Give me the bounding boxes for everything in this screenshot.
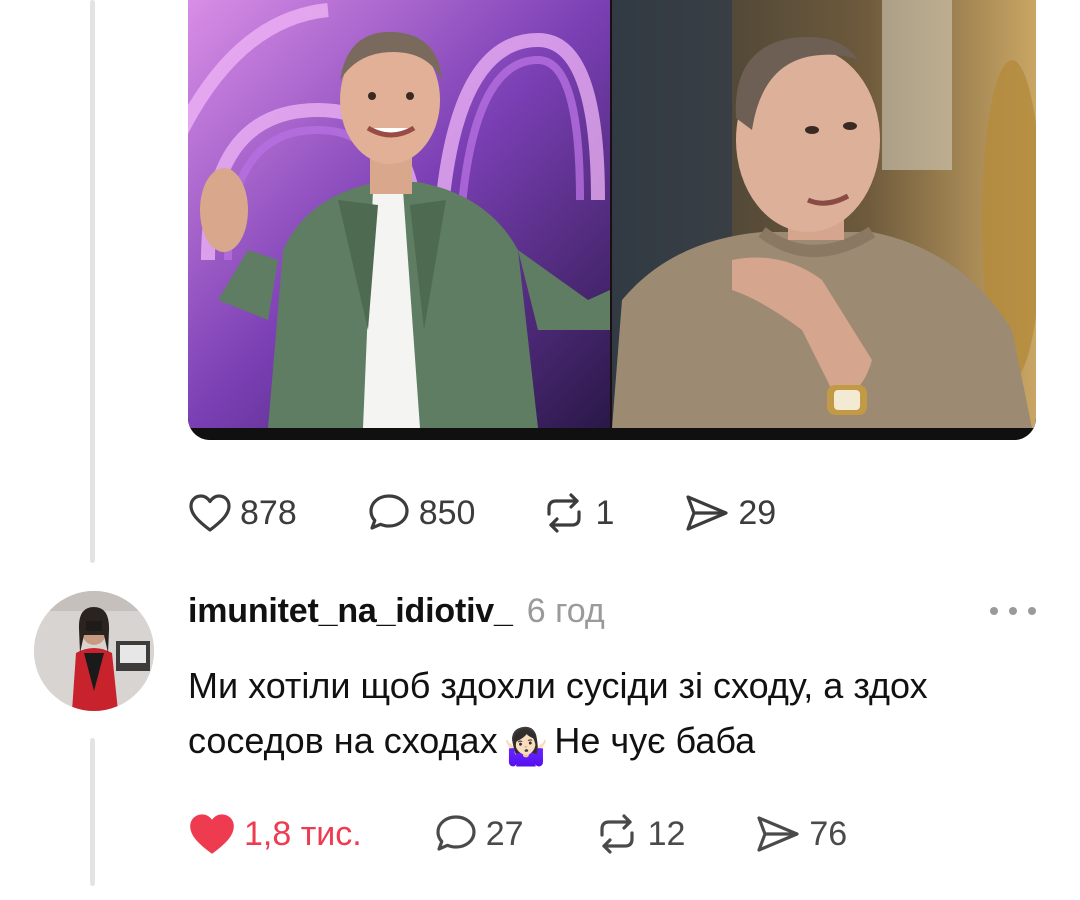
- reply-comment-button[interactable]: 27: [434, 812, 524, 856]
- photo-man-in-green-suit[interactable]: [188, 0, 610, 428]
- post-like-count: 878: [240, 494, 297, 532]
- post-repost-button[interactable]: 1: [541, 491, 614, 535]
- heart-outline-icon: [189, 494, 231, 532]
- shrug-emoji: 🤷🏻‍♀️: [503, 726, 549, 767]
- reply-text: Ми хотіли щоб здохли сусіди зі сходу, а …: [188, 658, 988, 774]
- speech-bubble-icon: [436, 815, 476, 851]
- post-share-count: 29: [738, 494, 777, 532]
- photo-right-illustration: [612, 0, 1036, 428]
- speech-bubble-icon: [369, 494, 409, 530]
- post-comment-button[interactable]: 850: [367, 491, 476, 535]
- reply-like-button[interactable]: 1,8 тис.: [188, 812, 362, 856]
- paper-plane-icon: [686, 495, 728, 531]
- more-options-button[interactable]: [990, 596, 1036, 626]
- post-like-button[interactable]: 878: [188, 491, 297, 535]
- avatar-image: [34, 591, 154, 711]
- reply-share-button[interactable]: 76: [755, 812, 847, 856]
- more-horizontal-icon: [990, 607, 998, 615]
- thread-connector-line: [90, 738, 95, 886]
- photo-man-in-sweater[interactable]: [612, 0, 1036, 428]
- reply-repost-count: 12: [647, 815, 686, 853]
- thread-view: 878 850 1 29 imunitet_na_idiotiv_ 6 год …: [0, 0, 1080, 900]
- media-bottom-strip: [188, 428, 1036, 440]
- reply-like-count: 1,8 тис.: [244, 815, 362, 853]
- paper-plane-icon: [757, 816, 799, 852]
- post-share-button[interactable]: 29: [684, 491, 776, 535]
- thread-connector-line: [90, 0, 95, 563]
- post-action-bar: 878 850 1 29: [188, 491, 776, 535]
- reply-text-tail: Не чує баба: [554, 720, 756, 761]
- reply-action-bar: 1,8 тис. 27 12 76: [188, 812, 847, 856]
- reply-repost-button[interactable]: 12: [594, 812, 686, 856]
- reply-username[interactable]: imunitet_na_idiotiv_: [188, 592, 513, 631]
- reply-share-count: 76: [809, 815, 848, 853]
- photo-left-illustration: [188, 0, 610, 428]
- more-horizontal-icon: [1009, 607, 1017, 615]
- reply-comment-count: 27: [485, 815, 524, 853]
- reply-header: imunitet_na_idiotiv_ 6 год: [188, 592, 605, 642]
- repost-arrows-icon: [599, 814, 634, 854]
- more-horizontal-icon: [1028, 607, 1036, 615]
- repost-arrows-icon: [547, 493, 582, 533]
- post-repost-count: 1: [595, 494, 615, 532]
- post-media[interactable]: [188, 0, 1036, 440]
- reply-timestamp: 6 год: [526, 592, 605, 630]
- post-comment-count: 850: [418, 494, 476, 532]
- reply-author-avatar[interactable]: [34, 591, 154, 711]
- heart-filled-icon: [190, 814, 234, 854]
